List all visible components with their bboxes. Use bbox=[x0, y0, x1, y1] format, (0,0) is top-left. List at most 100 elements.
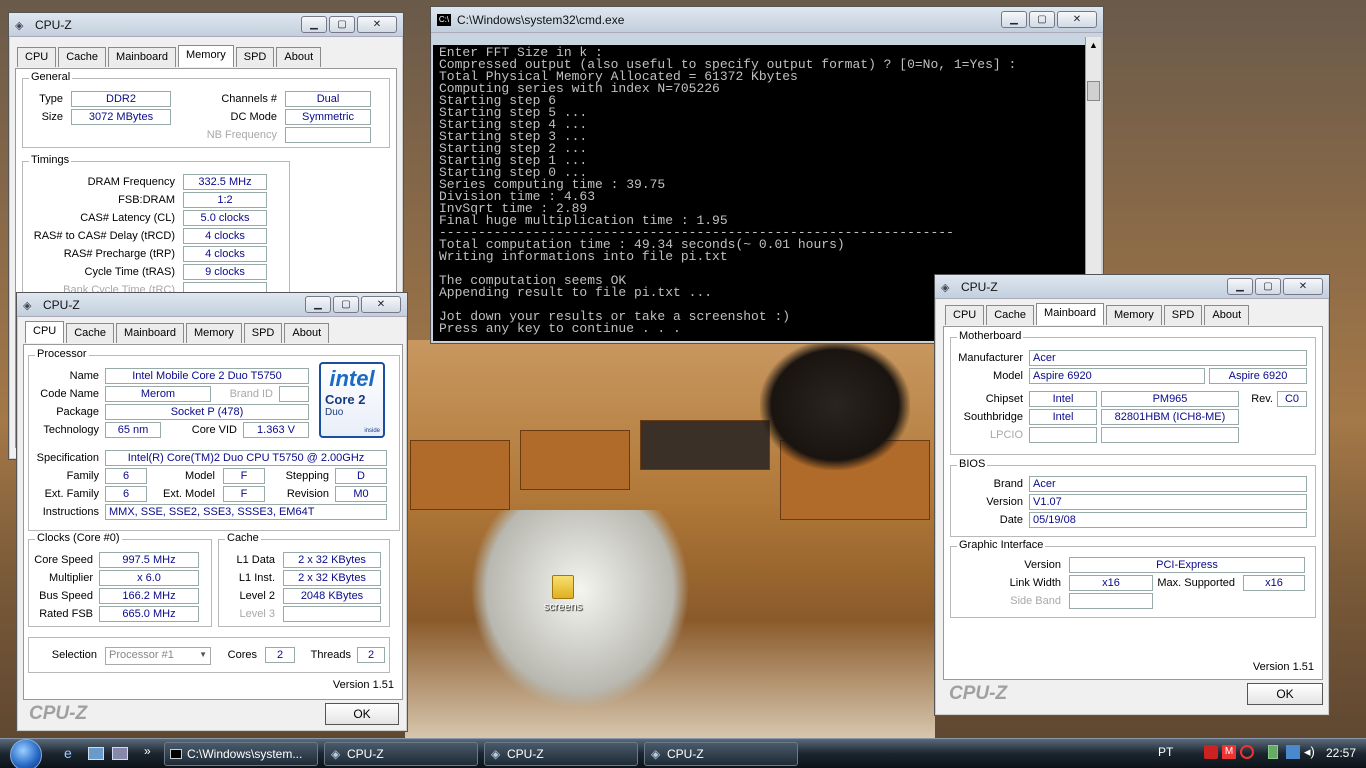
tab-spd[interactable]: SPD bbox=[235, 47, 275, 67]
scroll-up-icon[interactable]: ▲ bbox=[1086, 37, 1101, 53]
taskbar-item-cpuz[interactable]: ◈ CPU-Z bbox=[324, 742, 478, 766]
taskbar-item-cpuz[interactable]: ◈ CPU-Z bbox=[644, 742, 798, 766]
scroll-thumb[interactable] bbox=[1087, 81, 1100, 101]
taskbar: e » C:\Windows\system... ◈ CPU-Z ◈ CPU-Z ◈… bbox=[0, 738, 1366, 768]
close-button[interactable]: ✕ bbox=[357, 16, 397, 33]
cpuz-mainboard-window[interactable]: ◈ CPU-Z ▁ ▢ ✕ CPU Cache Mainboard Memory S… bbox=[934, 274, 1330, 716]
ie-icon[interactable]: e bbox=[64, 745, 72, 761]
level2-value: 2048 KBytes bbox=[283, 588, 381, 604]
ok-button[interactable]: OK bbox=[325, 703, 399, 725]
cpuz-cpu-window[interactable]: ◈ CPU-Z ▁ ▢ ✕ CPU Cache Mainboard Memory S… bbox=[16, 292, 408, 732]
cores-value: 2 bbox=[265, 647, 295, 663]
chipset-label: Chipset bbox=[985, 393, 1023, 405]
rev-value: C0 bbox=[1277, 391, 1307, 407]
titlebar[interactable]: ◈ CPU-Z ▁ ▢ ✕ bbox=[17, 293, 407, 317]
tab-cpu[interactable]: CPU bbox=[17, 47, 57, 67]
tab-cpu[interactable]: CPU bbox=[945, 305, 985, 325]
maximize-button[interactable]: ▢ bbox=[1029, 11, 1055, 28]
group-title: Timings bbox=[29, 154, 72, 166]
model-version-value: Aspire 6920 bbox=[1209, 368, 1307, 384]
ok-button[interactable]: OK bbox=[1247, 683, 1323, 705]
codename-label: Code Name bbox=[40, 388, 99, 400]
cache-group: Cache L1 Data 2 x 32 KBytes L1 Inst. 2 x… bbox=[218, 532, 390, 627]
maximize-button[interactable]: ▢ bbox=[1255, 278, 1281, 295]
tab-mainboard[interactable]: Mainboard bbox=[116, 323, 185, 343]
level2-label: Level 2 bbox=[239, 590, 275, 602]
minimize-button[interactable]: ▁ bbox=[301, 16, 327, 33]
titlebar[interactable]: ◈ CPU-Z ▁ ▢ ✕ bbox=[9, 13, 403, 37]
tab-cache[interactable]: Cache bbox=[66, 323, 115, 343]
family-value: 6 bbox=[105, 468, 147, 484]
more-icon[interactable]: » bbox=[144, 744, 151, 758]
linkwidth-label: Link Width bbox=[1009, 577, 1061, 589]
tab-memory[interactable]: Memory bbox=[186, 323, 242, 343]
maximize-button[interactable]: ▢ bbox=[329, 16, 355, 33]
start-button[interactable] bbox=[10, 739, 42, 768]
tab-memory[interactable]: Memory bbox=[1106, 305, 1162, 325]
tras-label: Cycle Time (tRAS) bbox=[84, 266, 175, 278]
cpuz-brand: CPU-Z bbox=[29, 703, 88, 724]
window-title: C:\Windows\system32\cmd.exe bbox=[457, 12, 625, 27]
app-icon: ◈ bbox=[15, 19, 24, 32]
extfamily-value: 6 bbox=[105, 486, 147, 502]
processor-select[interactable]: Processor #1 ▼ bbox=[105, 647, 211, 665]
show-desktop-icon[interactable] bbox=[88, 747, 104, 760]
multiplier-label: Multiplier bbox=[48, 572, 93, 584]
manufacturer-label: Manufacturer bbox=[958, 352, 1023, 364]
tab-about[interactable]: About bbox=[276, 47, 322, 67]
tab-cache[interactable]: Cache bbox=[58, 47, 107, 67]
tab-spd[interactable]: SPD bbox=[243, 323, 283, 343]
lpcio-label: LPCIO bbox=[989, 429, 1023, 441]
cas-label: CAS# Latency (CL) bbox=[80, 212, 175, 224]
clock[interactable]: 22:57 bbox=[1326, 746, 1356, 760]
tab-mainboard[interactable]: Mainboard bbox=[1036, 303, 1105, 325]
tab-spd[interactable]: SPD bbox=[1163, 305, 1203, 325]
network-icon[interactable] bbox=[1286, 745, 1300, 759]
extmodel-label: Ext. Model bbox=[163, 488, 215, 500]
maximize-button[interactable]: ▢ bbox=[333, 296, 359, 313]
tab-memory[interactable]: Memory bbox=[178, 45, 234, 67]
cpuz-brand: CPU-Z bbox=[949, 683, 1008, 704]
titlebar[interactable]: ◈ CPU-Z ▁ ▢ ✕ bbox=[935, 275, 1329, 299]
tray-app-icon[interactable] bbox=[1204, 745, 1218, 759]
tab-cache[interactable]: Cache bbox=[986, 305, 1035, 325]
threads-value: 2 bbox=[357, 647, 385, 663]
tab-mainboard[interactable]: Mainboard bbox=[108, 47, 177, 67]
close-button[interactable]: ✕ bbox=[1057, 11, 1097, 28]
dcmode-value: Symmetric bbox=[285, 109, 371, 125]
corevid-label: Core VID bbox=[191, 424, 237, 436]
language-indicator[interactable]: PT bbox=[1158, 745, 1173, 759]
volume-icon[interactable]: ◂) bbox=[1304, 744, 1315, 760]
l1data-label: L1 Data bbox=[236, 554, 275, 566]
minimize-button[interactable]: ▁ bbox=[305, 296, 331, 313]
rev-label: Rev. bbox=[1251, 393, 1273, 405]
specification-value: Intel(R) Core(TM)2 Duo CPU T5750 @ 2.00G… bbox=[105, 450, 387, 466]
busspeed-value: 166.2 MHz bbox=[99, 588, 199, 604]
battery-icon[interactable] bbox=[1268, 745, 1278, 759]
general-group: General Type DDR2 Size 3072 MBytes Chann… bbox=[22, 71, 390, 148]
busspeed-label: Bus Speed bbox=[39, 590, 93, 602]
close-button[interactable]: ✕ bbox=[1283, 278, 1323, 295]
window-title: CPU-Z bbox=[961, 279, 998, 294]
tray-mail-icon[interactable]: M bbox=[1222, 745, 1236, 759]
biosversion-value: V1.07 bbox=[1029, 494, 1307, 510]
tab-about[interactable]: About bbox=[284, 323, 330, 343]
close-button[interactable]: ✕ bbox=[361, 296, 401, 313]
taskbar-item-cmd[interactable]: C:\Windows\system... bbox=[164, 742, 318, 766]
mainboard-panel: Motherboard Manufacturer Acer Model Aspi… bbox=[943, 326, 1323, 680]
maxsupported-label: Max. Supported bbox=[1157, 577, 1235, 589]
biosversion-label: Version bbox=[986, 496, 1023, 508]
titlebar[interactable]: C:\ C:\Windows\system32\cmd.exe ▁ ▢ ✕ bbox=[431, 7, 1103, 33]
tray-block-icon[interactable] bbox=[1240, 745, 1254, 759]
tab-cpu[interactable]: CPU bbox=[25, 321, 65, 343]
tab-about[interactable]: About bbox=[1204, 305, 1250, 325]
ratedfsb-label: Rated FSB bbox=[39, 608, 93, 620]
minimize-button[interactable]: ▁ bbox=[1227, 278, 1253, 295]
minimize-button[interactable]: ▁ bbox=[1001, 11, 1027, 28]
taskbar-item-cpuz[interactable]: ◈ CPU-Z bbox=[484, 742, 638, 766]
type-value: DDR2 bbox=[71, 91, 171, 107]
brandid-label: Brand ID bbox=[229, 388, 273, 400]
switch-windows-icon[interactable] bbox=[112, 747, 128, 760]
desktop-folder-screens[interactable]: screens bbox=[540, 575, 586, 613]
tras-value: 9 clocks bbox=[183, 264, 267, 280]
